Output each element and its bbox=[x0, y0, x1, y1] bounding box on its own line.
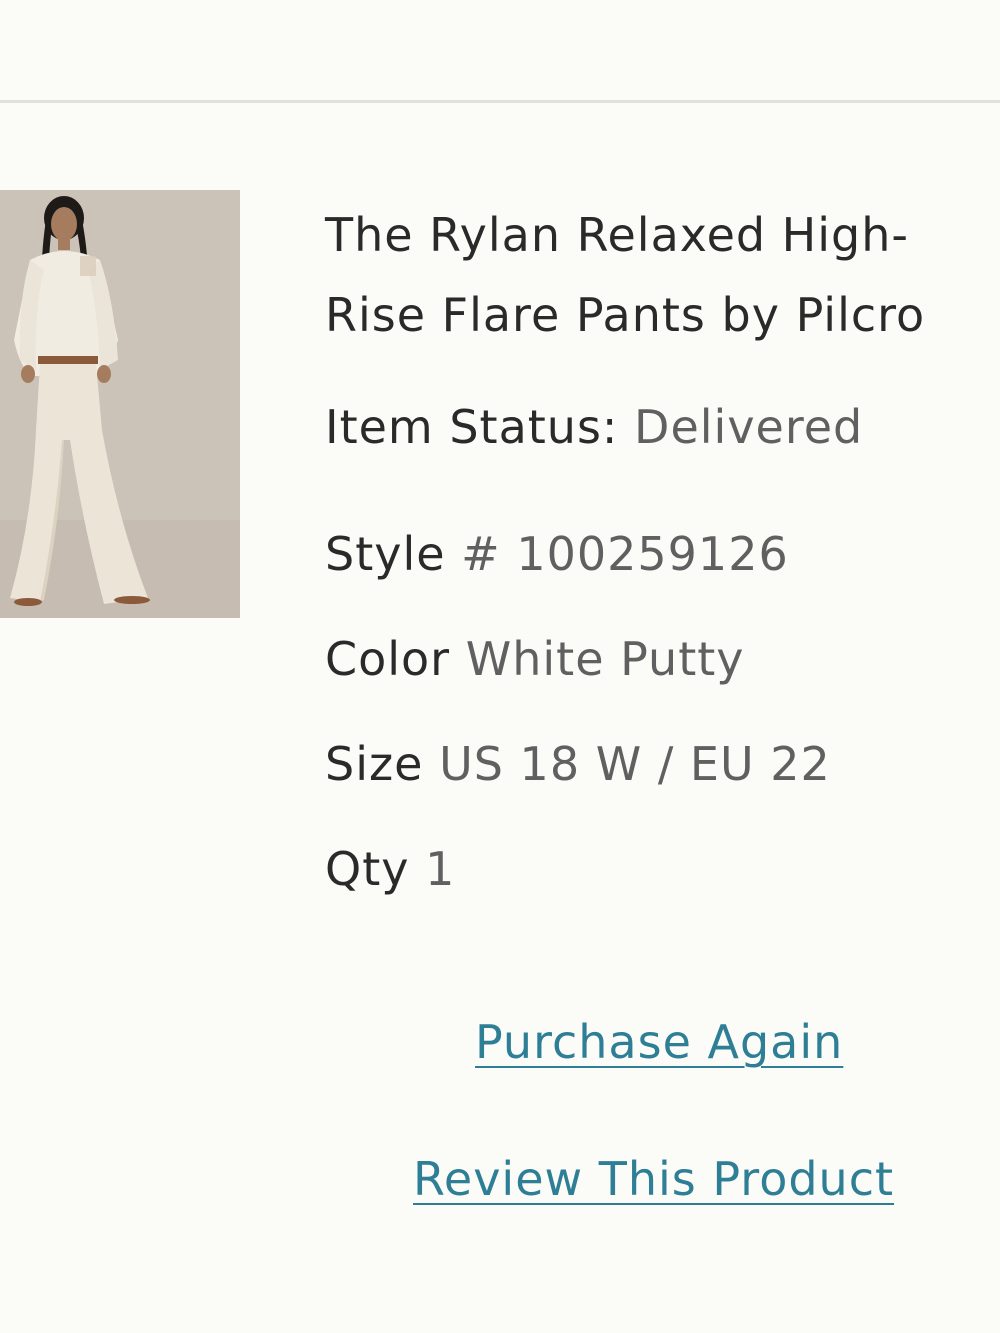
order-item-page: The Rylan Relaxed High- Rise Flare Pants… bbox=[0, 0, 1000, 1333]
size-label: Size bbox=[325, 737, 424, 791]
color-label: Color bbox=[325, 632, 451, 686]
size-value: US 18 W / EU 22 bbox=[439, 737, 831, 791]
qty-label: Qty bbox=[325, 842, 410, 896]
top-divider bbox=[0, 100, 1000, 103]
product-title-line-1[interactable]: The Rylan Relaxed High- bbox=[325, 195, 1000, 275]
style-row: Style # 100259126 bbox=[325, 527, 789, 581]
item-status-row: Item Status: Delivered bbox=[325, 400, 863, 454]
color-value: White Putty bbox=[465, 632, 745, 686]
product-title-line-2[interactable]: Rise Flare Pants by Pilcro bbox=[325, 275, 1000, 355]
style-label: Style bbox=[325, 527, 446, 581]
review-product-link[interactable]: Review This Product bbox=[413, 1152, 894, 1206]
item-status-label: Item Status: bbox=[325, 400, 619, 454]
qty-row: Qty 1 bbox=[325, 842, 455, 896]
purchase-again-link[interactable]: Purchase Again bbox=[475, 1015, 843, 1069]
product-image[interactable] bbox=[0, 190, 240, 618]
product-info: The Rylan Relaxed High- Rise Flare Pants… bbox=[325, 195, 1000, 355]
color-row: Color White Putty bbox=[325, 632, 745, 686]
item-status-value: Delivered bbox=[634, 400, 864, 454]
style-value: # 100259126 bbox=[461, 527, 789, 581]
qty-value: 1 bbox=[425, 842, 456, 896]
size-row: Size US 18 W / EU 22 bbox=[325, 737, 831, 791]
